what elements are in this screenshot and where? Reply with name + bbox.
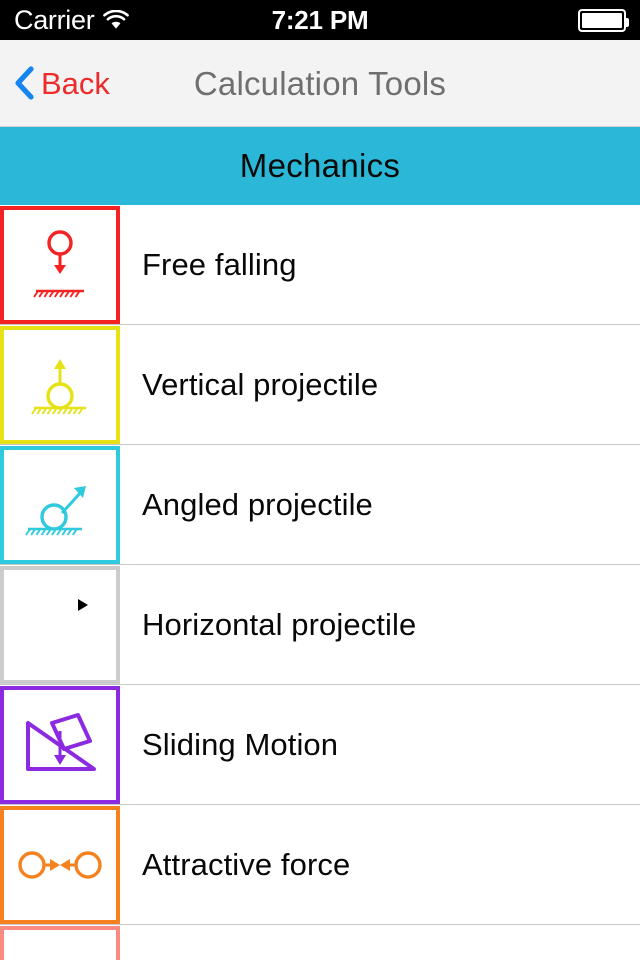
list-item-label — [120, 925, 142, 955]
list-item-label: Vertical projectile — [142, 367, 379, 402]
back-button-label: Back — [41, 65, 110, 101]
status-bar-right — [578, 8, 629, 32]
battery-full-icon — [578, 8, 629, 32]
list-item-label: Horizontal projectile — [142, 607, 417, 642]
list-item[interactable]: Angled projectile — [0, 445, 640, 565]
angled-projectile-icon — [0, 446, 120, 564]
free-falling-icon — [0, 206, 120, 324]
list-item-label: Angled projectile — [142, 487, 373, 522]
list-item-label: Free falling — [142, 247, 297, 282]
repulsive-force-icon — [0, 926, 120, 960]
section-header-label: Mechanics — [239, 147, 401, 184]
list-item[interactable]: Attractive force — [0, 805, 640, 925]
list-item[interactable]: Vertical projectile — [0, 325, 640, 445]
list-item-label: Attractive force — [142, 847, 351, 882]
list-item[interactable]: Free falling — [0, 205, 640, 325]
status-bar: Carrier 7:21 PM — [0, 0, 640, 40]
list-item-label: Sliding Motion — [142, 727, 339, 762]
sliding-motion-icon — [0, 686, 120, 804]
wifi-icon — [103, 9, 130, 30]
chevron-left-icon — [14, 66, 34, 100]
attractive-force-icon — [0, 806, 120, 924]
tools-list: Free falling Vertical projectile Angled … — [0, 205, 640, 960]
vertical-projectile-icon — [0, 326, 120, 444]
battery-fill — [582, 12, 622, 28]
carrier-label: Carrier — [14, 4, 95, 35]
navigation-bar: Back Calculation Tools — [0, 40, 640, 127]
status-bar-left: Carrier — [14, 4, 130, 35]
app-root: Carrier 7:21 PM Back Calculation Tools M… — [0, 0, 640, 960]
list-item[interactable] — [0, 925, 640, 960]
list-item[interactable]: Horizontal projectile — [0, 565, 640, 685]
list-item[interactable]: Sliding Motion — [0, 685, 640, 805]
horizontal-projectile-icon — [0, 566, 120, 684]
back-button[interactable]: Back — [0, 66, 110, 100]
section-header-mechanics: Mechanics — [0, 127, 640, 205]
